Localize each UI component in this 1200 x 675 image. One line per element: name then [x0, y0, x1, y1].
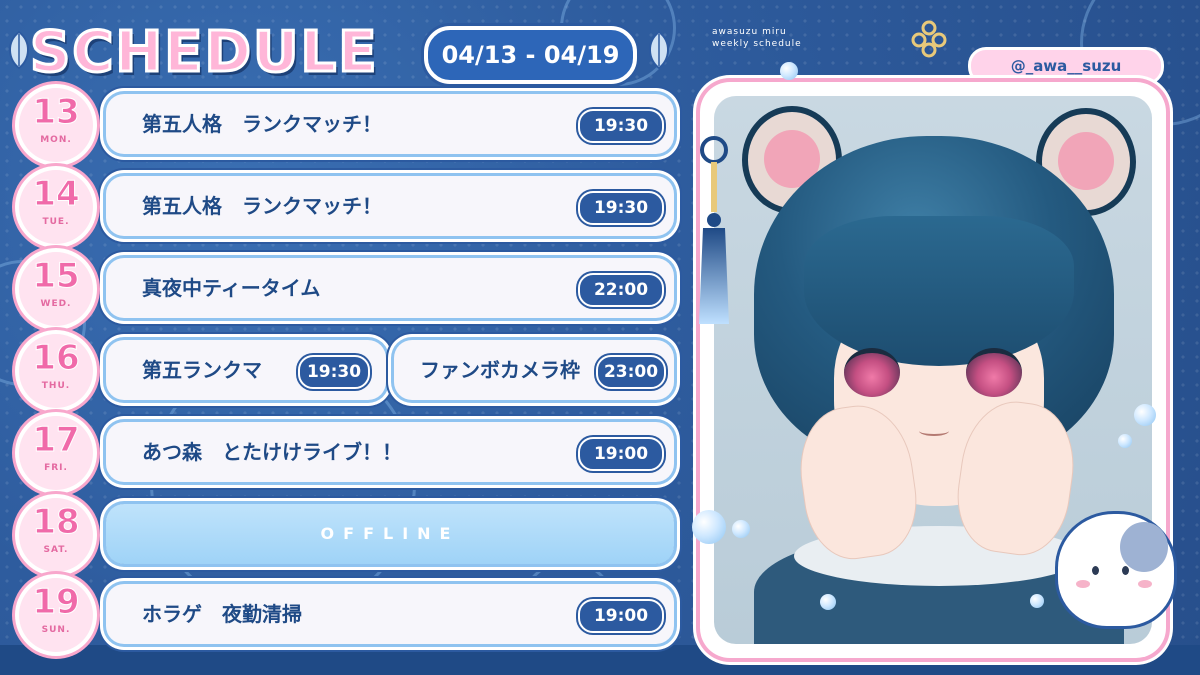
bubble-icon [780, 62, 798, 80]
day-number: 19 [32, 582, 80, 623]
event-card: 第五人格 ランクマッチ！ 19:30 [106, 94, 674, 154]
weekday-label: THU. [41, 381, 71, 391]
schedule-row-14: 第五人格 ランクマッチ！ 19:30 14 TUE. [16, 170, 680, 244]
day-number: 18 [32, 502, 80, 543]
event-title: あつ森 とたけけライブ！！ [142, 440, 402, 464]
day-badge: 16 THU. [16, 334, 98, 408]
event-time: 19:30 [578, 191, 664, 225]
weekday-label: SAT. [43, 545, 69, 555]
schedule-row-18: OFFLINE 18 SAT. [16, 498, 680, 572]
character-eye [844, 348, 900, 397]
character-eye [966, 348, 1022, 397]
day-number: 14 [32, 174, 80, 215]
event-time: 19:30 [578, 109, 664, 143]
bubble-icon [1030, 594, 1044, 608]
weekday-label: WED. [40, 299, 72, 309]
event-title: 真夜中ティータイム [142, 276, 321, 300]
leaf-icon [649, 30, 669, 70]
bubble-icon [1118, 434, 1132, 448]
subtitle-name: awasuzu miru [712, 27, 787, 37]
bubble-icon [1134, 404, 1156, 426]
day-number: 13 [32, 92, 80, 133]
event-card: 第五人格 ランクマッチ！ 19:30 [106, 176, 674, 236]
event-title: 第五人格 ランクマッチ！ [142, 194, 382, 218]
event-time: 23:00 [596, 355, 666, 389]
page-title: SCHEDULE [29, 19, 379, 87]
day-number: 17 [32, 420, 80, 461]
schedule-row-16: 第五ランクマ 19:30 ファンボカメラ枠 23:00 16 THU. [16, 334, 680, 408]
bubble-icon [732, 520, 750, 538]
schedule-row-17: あつ森 とたけけライブ！！ 19:00 17 FRI. [16, 416, 680, 490]
day-number: 15 [32, 256, 80, 297]
character-bangs [804, 216, 1074, 366]
bubble-icon [820, 594, 836, 610]
weekday-label: SUN. [41, 625, 71, 635]
offline-card: OFFLINE [106, 504, 674, 564]
event-title: 第五ランクマ [142, 358, 262, 382]
schedule-row-13: 第五人格 ランクマッチ！ 19:30 13 MON. [16, 88, 680, 162]
event-time: 19:00 [578, 599, 664, 633]
hamster-mascot-icon [1058, 514, 1174, 626]
event-title: ファンボカメラ枠 [420, 358, 580, 382]
weekday-label: TUE. [42, 217, 70, 227]
day-badge: 19 SUN. [16, 578, 98, 652]
schedule-row-19: ホラゲ 夜勤清掃 19:00 19 SUN. [16, 578, 680, 652]
character-mouth [919, 426, 949, 436]
weekday-label: MON. [40, 135, 72, 145]
event-time: 22:00 [578, 273, 664, 307]
day-badge: 17 FRI. [16, 416, 98, 490]
event-time: 19:30 [298, 355, 370, 389]
event-card: あつ森 とたけけライブ！！ 19:00 [106, 422, 674, 482]
schedule-row-15: 真夜中ティータイム 22:00 15 WED. [16, 252, 680, 326]
subtitle: awasuzu miru weekly schedule [712, 26, 802, 50]
bubble-icon [692, 510, 726, 544]
ribbon-ornament-icon [911, 20, 947, 58]
tassel-icon [699, 136, 729, 324]
event-card: ホラゲ 夜勤清掃 19:00 [106, 584, 674, 644]
day-badge: 14 TUE. [16, 170, 98, 244]
weekday-label: FRI. [44, 463, 68, 473]
day-badge: 18 SAT. [16, 498, 98, 572]
day-number: 16 [32, 338, 80, 379]
date-range-badge: 04/13 - 04/19 [424, 26, 637, 84]
schedule-graphic: SCHEDULE 04/13 - 04/19 awasuzu miru week… [0, 0, 1200, 675]
subtitle-caption: weekly schedule [712, 39, 802, 49]
event-title: 第五人格 ランクマッチ！ [142, 112, 382, 136]
event-time: 19:00 [578, 437, 664, 471]
leaf-icon [9, 30, 29, 70]
social-handle: @_awa__suzu [968, 47, 1164, 85]
offline-label: OFFLINE [320, 524, 460, 543]
event-title: ホラゲ 夜勤清掃 [142, 602, 302, 626]
day-badge: 13 MON. [16, 88, 98, 162]
event-card: ファンボカメラ枠 23:00 [394, 340, 674, 400]
event-card: 第五ランクマ 19:30 [106, 340, 386, 400]
day-badge: 15 WED. [16, 252, 98, 326]
event-card: 真夜中ティータイム 22:00 [106, 258, 674, 318]
